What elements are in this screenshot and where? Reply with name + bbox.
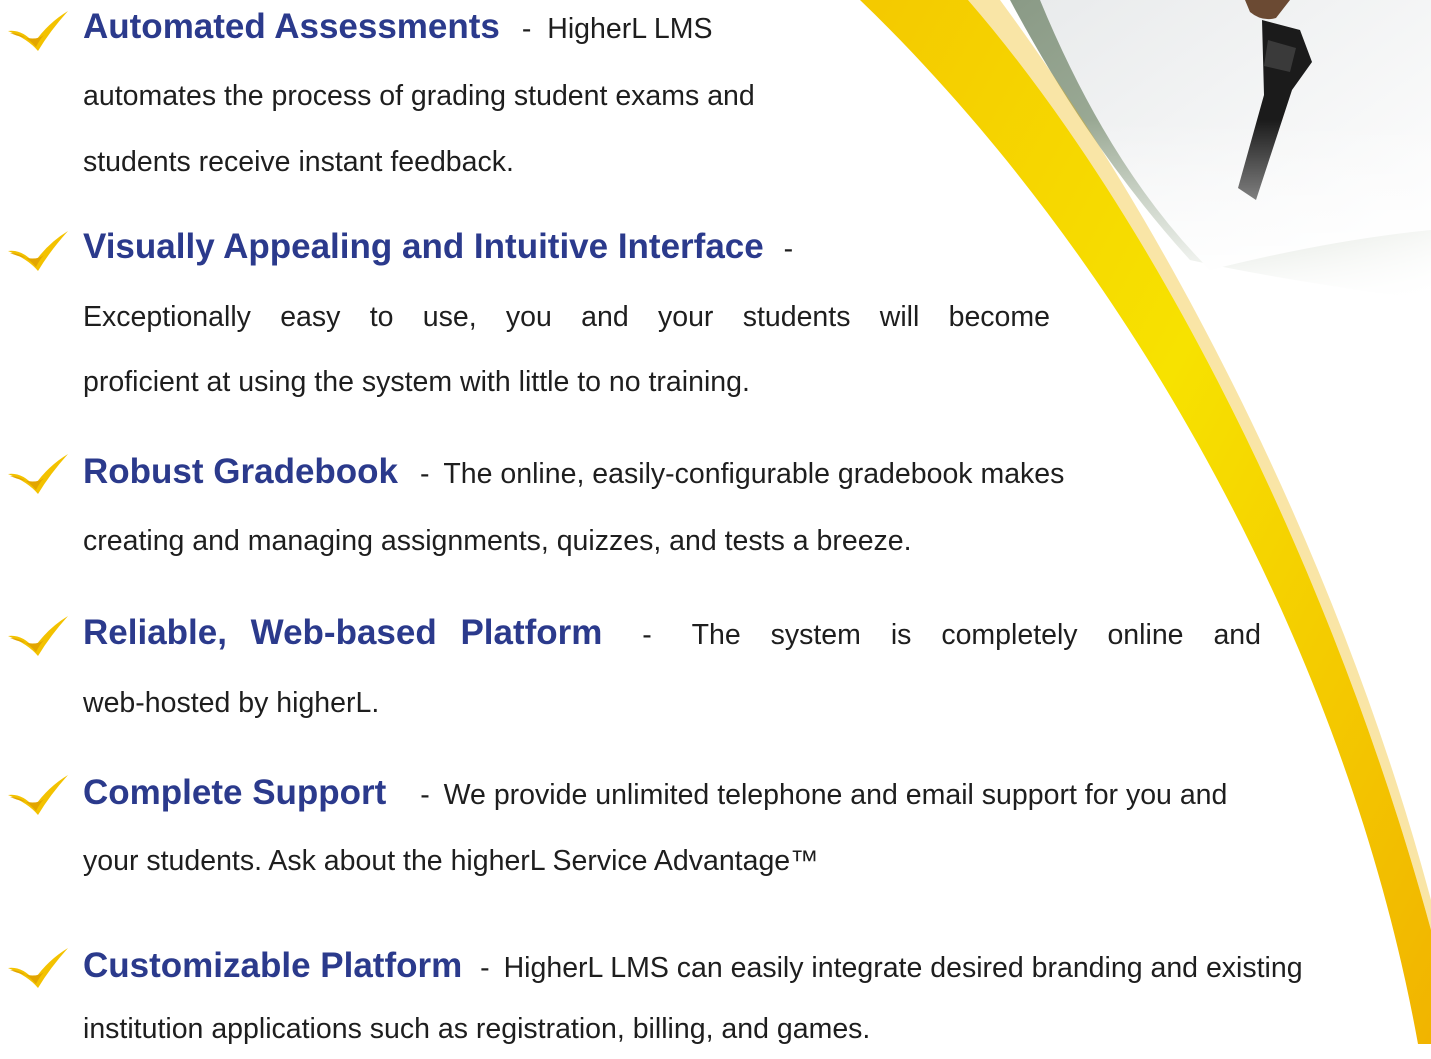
feature-lead: We provide unlimited telephone and email…: [443, 779, 1228, 811]
feature-title: Robust Gradebook: [83, 452, 399, 491]
feature-text: creating and managing assignments, quizz…: [83, 525, 912, 557]
check-swoosh-icon: [8, 775, 68, 815]
check-swoosh-icon: [8, 948, 68, 988]
check-swoosh-icon: [8, 616, 68, 656]
feature-text: automates the process of grading student…: [83, 80, 755, 112]
feature-text: institution applications such as registr…: [83, 1013, 871, 1045]
feature-lead: The online, easily-configurable gradeboo…: [443, 458, 1065, 490]
feature-title: Reliable, Web-based Platform: [83, 613, 603, 652]
feature-title: Customizable Platform: [83, 946, 463, 985]
feature-text: Exceptionally easy to use, you and your …: [83, 301, 1050, 333]
feature-title: Visually Appealing and Intuitive Interfa…: [83, 227, 764, 266]
feature-text: web-hosted by higherL.: [83, 687, 380, 719]
feature-lead: The system is completely online and: [691, 619, 1261, 651]
check-swoosh-icon: [8, 454, 68, 494]
feature-title: Automated Assessments: [83, 7, 500, 46]
check-swoosh-icon: [8, 11, 68, 51]
check-swoosh-icon: [8, 231, 68, 271]
feature-lead: HigherL LMS: [547, 13, 713, 45]
feature-lead: HigherL LMS can easily integrate desired…: [503, 952, 1303, 984]
feature-text: your students. Ask about the higherL Ser…: [83, 845, 819, 877]
feature-text: students receive instant feedback.: [83, 146, 514, 178]
feature-title: Complete Support: [83, 773, 387, 812]
feature-text: proficient at using the system with litt…: [83, 366, 750, 398]
